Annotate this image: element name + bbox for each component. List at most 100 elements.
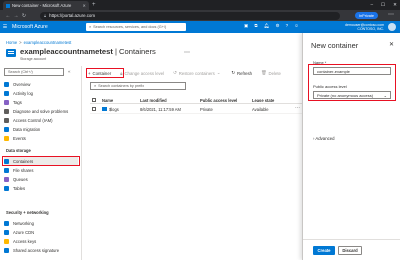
nav-item-containers[interactable]: Containers (4, 157, 78, 165)
nav-item-tables[interactable]: Tables (4, 184, 78, 192)
global-search-placeholder: Search resources, services, and docs (G+… (93, 25, 167, 29)
nav-item-file-shares[interactable]: File shares (4, 166, 78, 174)
cell-lease-state: Available (252, 106, 269, 112)
nav-item-sas[interactable]: Shared access signature (4, 246, 78, 254)
cell-public-access: Private (200, 106, 213, 112)
file-share-icon (4, 167, 9, 173)
column-header-public-access[interactable]: Public access level (200, 98, 237, 103)
row-checkbox[interactable] (92, 106, 96, 111)
change-access-level-button[interactable]: 🔒︎ Change access level (120, 71, 164, 76)
delete-button[interactable]: 🗑︎ Delete (261, 70, 281, 76)
access-level-select[interactable]: Private (no anonymous access) ⌄ (313, 91, 391, 99)
cell-name-text: $logs (109, 106, 119, 112)
more-options-icon[interactable]: ⋯ (184, 49, 190, 56)
browser-tab[interactable]: New container - Microsoft Azure ✕ (3, 1, 89, 10)
nav-item-queues[interactable]: Queues (4, 175, 78, 183)
breadcrumb-account[interactable]: exampleaccountnametest (24, 40, 72, 45)
reload-icon[interactable]: ↻ (20, 13, 28, 19)
inprivate-badge[interactable]: InPrivate (355, 12, 378, 19)
column-header-lease-state[interactable]: Lease state (252, 98, 274, 103)
browser-tab-title: New container - Microsoft Azure (12, 3, 72, 8)
create-button[interactable]: Create (313, 246, 335, 255)
lock-icon: 🔒︎ (44, 13, 47, 18)
add-container-button[interactable]: + Container (88, 71, 111, 76)
nav-item-tags[interactable]: Tags (4, 98, 78, 106)
advanced-section-toggle[interactable]: › Advanced (313, 136, 335, 141)
discard-button[interactable]: Discard (338, 246, 362, 255)
azure-brand[interactable]: Microsoft Azure (12, 24, 68, 30)
nav-item-networking[interactable]: Networking (4, 219, 78, 227)
name-label: Name * (313, 60, 327, 65)
nav-item-label: Data migration (13, 126, 41, 132)
search-icon: ⌕ (94, 84, 97, 88)
restore-containers-button[interactable]: ↺ Restore containers ⌄ (173, 70, 222, 76)
nav-item-label: Containers (13, 158, 34, 164)
panel-title: New container (311, 41, 359, 50)
new-tab-icon[interactable]: + (92, 1, 96, 9)
nav-item-label: Activity log (13, 90, 34, 96)
chevron-down-icon: ⌄ (383, 93, 387, 98)
url-field[interactable]: 🔒︎ https://portal.azure.com (40, 11, 340, 20)
container-filter-input[interactable]: ⌕ Search containers by prefix (90, 82, 186, 90)
tag-icon (4, 99, 9, 105)
maximize-icon[interactable]: ☐ (381, 1, 385, 9)
container-filter-placeholder: Search containers by prefix (98, 84, 145, 88)
resource-menu: Search (Ctrl+/) « Overview Activity log … (0, 66, 82, 260)
top-bar-icons: ▣ ⧉ 🔔︎ ⚙ ? ☺ (244, 23, 299, 29)
collapse-menu-icon[interactable]: « (68, 69, 71, 74)
breadcrumb-home[interactable]: Home (6, 40, 17, 45)
avatar[interactable] (388, 23, 396, 31)
browser-menu-icon[interactable]: ⋯ (388, 11, 394, 18)
new-container-panel: New container ✕ Name * container-example… (302, 33, 400, 260)
account-tenant: CONTOSO, INC. (357, 27, 384, 31)
lock-icon: 🔒︎ (120, 70, 123, 76)
global-search-input[interactable]: ⌕ Search resources, services, and docs (… (86, 23, 186, 31)
cell-name[interactable]: $logs (102, 107, 119, 112)
nav-item-label: Events (13, 135, 26, 141)
plus-icon: + (88, 70, 91, 76)
nav-item-data-migration[interactable]: Data migration (4, 125, 78, 133)
cdn-icon (4, 229, 9, 235)
refresh-button[interactable]: ↻ Refresh (231, 70, 252, 76)
account-info[interactable]: demouser@contoso.com CONTOSO, INC. (345, 23, 384, 32)
table-icon (4, 185, 9, 191)
nav-item-access-keys[interactable]: Access keys (4, 237, 78, 245)
portal-menu-icon[interactable]: ☰ (0, 24, 10, 30)
minimize-icon[interactable]: – (370, 1, 373, 9)
table-row[interactable]: $logs 8/6/2021, 11:17:59 AM Private Avai… (90, 105, 302, 114)
nav-item-events[interactable]: Events (4, 134, 78, 142)
nav-item-label: Access keys (13, 238, 37, 244)
menu-search-input[interactable]: Search (Ctrl+/) (4, 68, 64, 76)
trash-icon: 🗑︎ (261, 70, 267, 75)
nav-item-activity-log[interactable]: Activity log (4, 89, 78, 97)
window-controls: – ☐ ✕ (370, 1, 397, 9)
azure-favicon-icon (6, 3, 10, 8)
close-tab-icon[interactable]: ✕ (82, 3, 86, 8)
page-subtitle: Storage account (20, 57, 47, 61)
settings-icon[interactable]: ⚙ (275, 23, 279, 29)
cloud-shell-icon[interactable]: ▣ (244, 23, 248, 29)
row-more-icon[interactable]: ⋯ (295, 105, 300, 111)
nav-item-azure-cdn[interactable]: Azure CDN (4, 228, 78, 236)
nav-item-diagnose[interactable]: Diagnose and solve problems (4, 107, 78, 115)
close-icon[interactable]: ✕ (389, 41, 394, 48)
column-header-last-modified[interactable]: Last modified (140, 98, 167, 103)
refresh-icon: ↻ (231, 70, 236, 75)
browser-tab-bar: New container - Microsoft Azure ✕ + – ☐ … (0, 0, 400, 10)
select-all-checkbox[interactable] (92, 97, 96, 102)
column-header-name[interactable]: Name (102, 98, 113, 103)
nav-item-iam[interactable]: Access Control (IAM) (4, 116, 78, 124)
refresh-label: Refresh (237, 70, 253, 76)
nav-item-label: Overview (13, 81, 31, 87)
feedback-icon[interactable]: ☺ (294, 23, 299, 29)
notifications-icon[interactable]: 🔔︎ (264, 23, 270, 29)
back-icon[interactable]: ← (4, 13, 12, 19)
close-window-icon[interactable]: ✕ (393, 1, 397, 9)
page-title-account: exampleaccountnametest (20, 47, 113, 56)
directory-filter-icon[interactable]: ⧉ (254, 23, 257, 29)
container-name-field[interactable]: container-example (313, 67, 391, 75)
nav-item-overview[interactable]: Overview (4, 80, 78, 88)
help-icon[interactable]: ? (286, 23, 289, 29)
forward-icon[interactable]: → (12, 13, 20, 19)
container-icon (4, 158, 9, 164)
